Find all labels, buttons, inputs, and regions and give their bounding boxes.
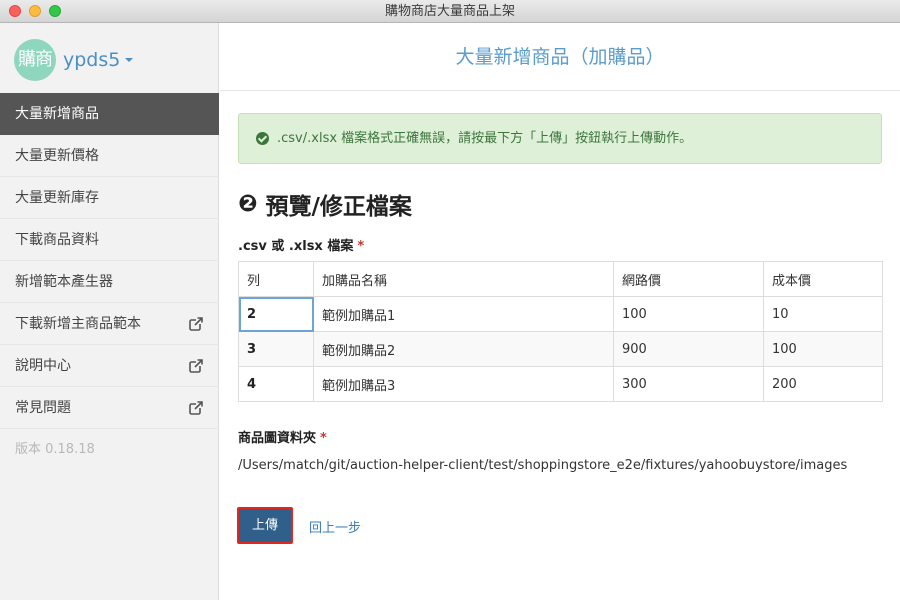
upload-button[interactable]: 上傳 [237, 507, 293, 544]
image-folder-label: 商品圖資料夾 * [238, 427, 327, 446]
table-cell[interactable]: 4 [238, 366, 314, 402]
back-link[interactable]: 回上一步 [309, 517, 361, 536]
file-label-text: .csv 或 .xlsx 檔案 [238, 239, 354, 254]
window-title: 購物商店大量商品上架 [384, 4, 515, 19]
table-cell[interactable]: 10 [763, 296, 883, 332]
sidebar-item-label: 下載新增主商品範本 [15, 316, 141, 332]
sidebar-item-label: 說明中心 [15, 358, 71, 374]
table-row: 2 範例加購品1 100 10 [238, 296, 883, 332]
column-header-web-price: 網路價 [613, 261, 764, 297]
sidebar-item-download-template[interactable]: 下載新增主商品範本 [0, 303, 219, 345]
required-mark: * [357, 239, 365, 254]
sidebar-item-label: 下載商品資料 [15, 232, 99, 248]
column-header-row-number: 列 [238, 261, 314, 297]
file-field-label: .csv 或 .xlsx 檔案 * [238, 235, 364, 254]
account-name[interactable]: ypds5 [63, 49, 120, 71]
sidebar-item-label: 大量更新價格 [15, 148, 99, 164]
table-cell[interactable]: 2 [238, 296, 314, 332]
external-link-icon [189, 317, 203, 331]
title-bar: 購物商店大量商品上架 [0, 0, 900, 23]
sidebar-item-download-products[interactable]: 下載商品資料 [0, 219, 219, 261]
table-cell[interactable]: 300 [613, 366, 764, 402]
preview-table: 列 加購品名稱 網路價 成本價 2 範例加購品1 100 10 3 範例加購品2… [238, 261, 883, 402]
table-cell[interactable]: 100 [763, 331, 883, 367]
sidebar-item-label: 新增範本產生器 [15, 274, 113, 290]
sidebar: 購商 ypds5 大量新增商品 大量更新價格 大量更新庫存 下載商品資料 新增範… [0, 23, 219, 600]
image-folder-path: /Users/match/git/auction-helper-client/t… [238, 458, 848, 473]
sidebar-item-bulk-update-price[interactable]: 大量更新價格 [0, 135, 219, 177]
step-number: ❷ [238, 191, 258, 217]
sidebar-item-bulk-update-stock[interactable]: 大量更新庫存 [0, 177, 219, 219]
check-circle-icon [256, 132, 269, 145]
column-header-cost-price: 成本價 [763, 261, 883, 297]
sidebar-item-bulk-add[interactable]: 大量新增商品 [0, 93, 219, 135]
main-panel: 大量新增商品（加購品） .csv/.xlsx 檔案格式正確無誤，請按最下方「上傳… [220, 23, 900, 600]
column-header-name: 加購品名稱 [313, 261, 614, 297]
table-cell[interactable]: 200 [763, 366, 883, 402]
table-cell[interactable]: 範例加購品2 [313, 331, 614, 367]
sidebar-item-help-center[interactable]: 說明中心 [0, 345, 219, 387]
app-version: 版本 0.18.18 [15, 442, 95, 457]
store-logo: 購商 [14, 39, 56, 81]
table-header-row: 列 加購品名稱 網路價 成本價 [238, 261, 883, 297]
sidebar-item-label: 常見問題 [15, 400, 71, 416]
minimize-window-button[interactable] [29, 5, 41, 17]
table-cell[interactable]: 3 [238, 331, 314, 367]
table-cell[interactable]: 900 [613, 331, 764, 367]
step-heading: ❷ 預覽/修正檔案 [238, 187, 412, 221]
table-cell[interactable]: 範例加購品3 [313, 366, 614, 402]
app-window: 購物商店大量商品上架 購商 ypds5 大量新增商品 大量更新價格 大量更新庫存… [0, 0, 900, 600]
sidebar-item-template-generator[interactable]: 新增範本產生器 [0, 261, 219, 303]
maximize-window-button[interactable] [49, 5, 61, 17]
close-window-button[interactable] [9, 5, 21, 17]
success-alert: .csv/.xlsx 檔案格式正確無誤，請按最下方「上傳」按鈕執行上傳動作。 [238, 113, 882, 164]
page-title: 大量新增商品（加購品） [220, 23, 900, 91]
external-link-icon [189, 359, 203, 373]
table-row: 4 範例加購品3 300 200 [238, 366, 883, 402]
required-mark: * [320, 431, 327, 446]
sidebar-item-faq[interactable]: 常見問題 [0, 387, 219, 429]
account-switcher[interactable]: 購商 ypds5 [14, 39, 134, 81]
step-title: 預覽/修正檔案 [265, 194, 412, 220]
alert-text: .csv/.xlsx 檔案格式正確無誤，請按最下方「上傳」按鈕執行上傳動作。 [277, 131, 693, 146]
sidebar-nav: 大量新增商品 大量更新價格 大量更新庫存 下載商品資料 新增範本產生器 下載新增… [0, 93, 219, 471]
image-folder-label-text: 商品圖資料夾 [238, 431, 317, 446]
external-link-icon [189, 401, 203, 415]
table-cell[interactable]: 100 [613, 296, 764, 332]
table-row: 3 範例加購品2 900 100 [238, 331, 883, 367]
sidebar-item-label: 大量新增商品 [15, 106, 99, 122]
sidebar-item-label: 大量更新庫存 [15, 190, 99, 206]
table-cell[interactable]: 範例加購品1 [313, 296, 614, 332]
caret-down-icon[interactable] [125, 58, 134, 62]
